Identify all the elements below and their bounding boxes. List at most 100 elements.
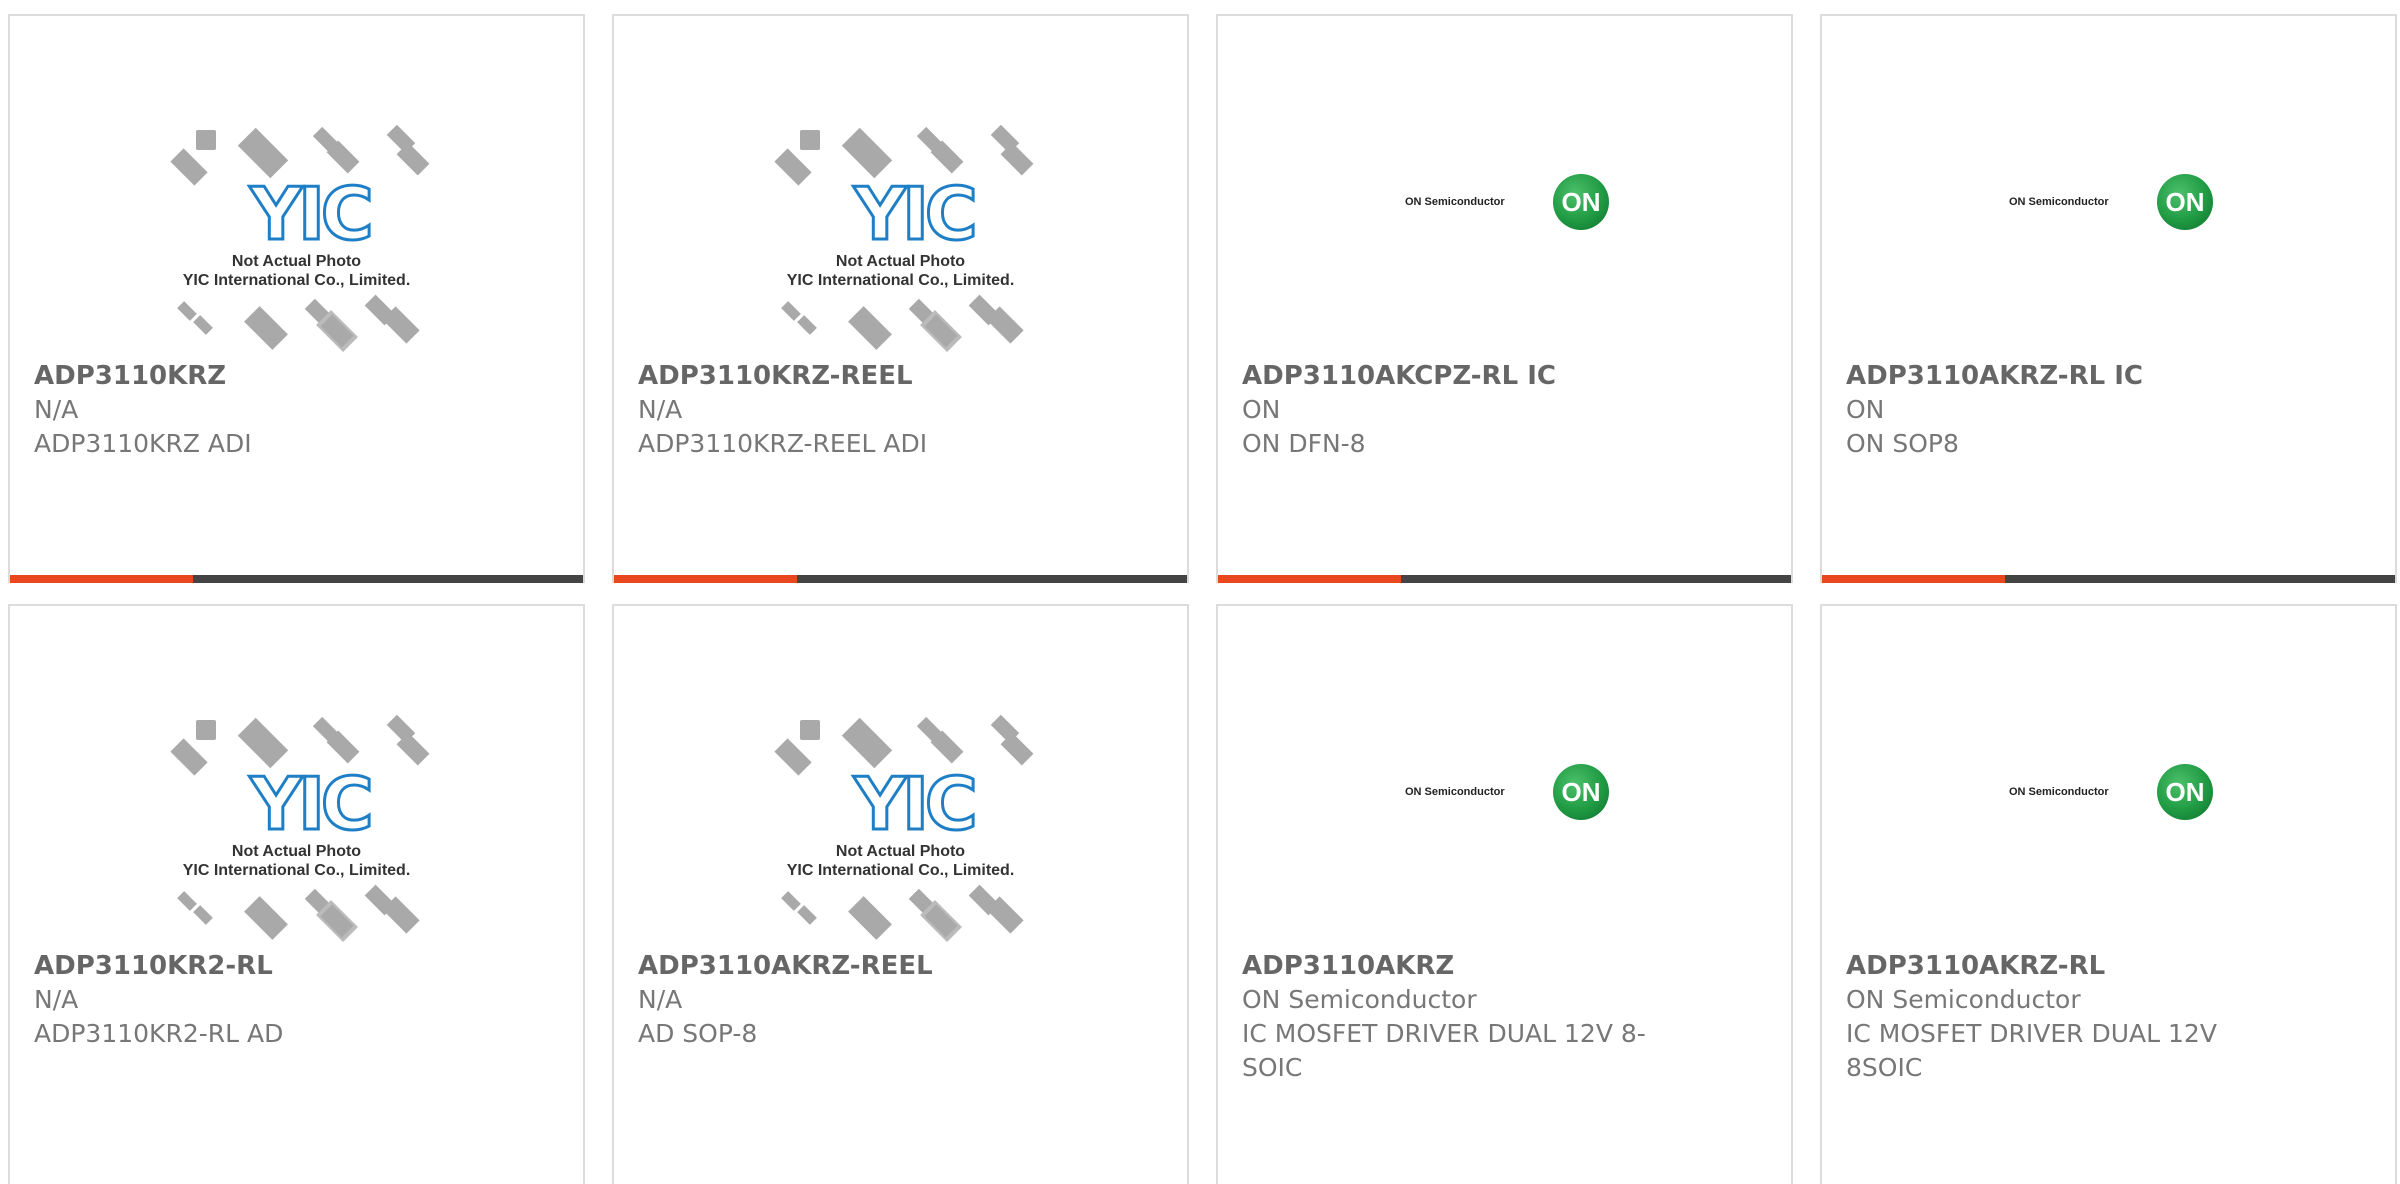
manufacturer: ON [1846,395,1885,424]
chip-icon [848,306,892,350]
part-number-link[interactable]: ADP3110KRZ [34,359,559,393]
onsemi-logo-icon: ON [1553,764,1609,820]
not-actual-photo-label: Not Actual Photo [835,253,966,270]
chip-icon [237,127,289,179]
yic-company-label: YIC International Co., Limited. [786,862,1015,879]
yic-company-label: YIC International Co., Limited. [182,862,411,879]
not-actual-photo-image[interactable]: YIC Not Actual Photo YIC International C… [10,676,583,956]
product-card[interactable]: YIC Not Actual Photo YIC International C… [8,14,585,583]
accent-bar [1218,575,1401,583]
onsemi-logo-image[interactable]: ON Semiconductor ON [1218,86,1791,366]
product-card[interactable]: ON Semiconductor ON ADP3110AKRZ-RL ON Se… [1820,604,2397,1184]
chip-icon [1000,142,1034,176]
manufacturer: ON [1242,395,1281,424]
chip-icon [170,738,208,776]
onsemi-logo-icon: ON [1553,174,1609,230]
onsemi-wordmark: ON Semiconductor [1405,786,1505,798]
not-actual-photo-image[interactable]: YIC Not Actual Photo YIC International C… [614,86,1187,366]
chip-icon [800,130,820,150]
onsemi-logo-image[interactable]: ON Semiconductor ON [1822,86,2395,366]
description: IC MOSFET DRIVER DUAL 12V [1846,1019,2217,1048]
onsemi-logo-image[interactable]: ON Semiconductor ON [1218,676,1791,956]
chip-icon [841,127,893,179]
description: ADP3110KR2-RL AD [34,1019,284,1048]
chip-icon [774,738,812,776]
manufacturer: N/A [34,985,79,1014]
product-card[interactable]: ON Semiconductor ON ADP3110AKRZ-RL IC ON… [1820,14,2397,583]
onsemi-logo-icon: ON [2157,174,2213,230]
yic-logo: YIC [853,761,980,848]
chip-icon [848,896,892,940]
chip-icon [797,905,817,925]
product-card[interactable]: YIC Not Actual Photo YIC International C… [612,604,1189,1184]
product-card[interactable]: ON Semiconductor ON ADP3110AKRZ ON Semic… [1216,604,1793,1184]
card-footer-bar [1218,575,1791,583]
chip-icon [800,720,820,740]
yic-company-label: YIC International Co., Limited. [786,272,1015,289]
product-card[interactable]: YIC Not Actual Photo YIC International C… [8,604,585,1184]
product-info: ADP3110AKCPZ-RL IC ON ON DFN-8 [1242,359,1767,461]
product-info: ADP3110AKRZ-RL IC ON ON SOP8 [1846,359,2371,461]
not-actual-photo-image[interactable]: YIC Not Actual Photo YIC International C… [10,86,583,366]
chip-icon [1000,732,1034,766]
chip-icon [930,140,964,174]
card-footer-bar [10,575,583,583]
description: ON SOP8 [1846,429,1959,458]
not-actual-photo-label: Not Actual Photo [231,253,362,270]
chip-icon [196,130,216,150]
not-actual-photo-label: Not Actual Photo [835,843,966,860]
card-footer-bar [1822,575,2395,583]
chip-icon [244,896,288,940]
product-info: ADP3110KRZ-REEL N/A ADP3110KRZ-REEL ADI [638,359,1163,461]
product-info: ADP3110AKRZ ON Semiconductor IC MOSFET D… [1242,949,1767,1085]
manufacturer: N/A [638,985,683,1014]
manufacturer: N/A [34,395,79,424]
chip-icon [244,306,288,350]
chip-icon [326,730,360,764]
onsemi-wordmark: ON Semiconductor [2009,786,2109,798]
part-number-link[interactable]: ADP3110AKRZ-RL IC [1846,359,2371,393]
description: AD SOP-8 [638,1019,758,1048]
accent-bar [614,575,797,583]
product-info: ADP3110KRZ N/A ADP3110KRZ ADI [34,359,559,461]
product-card[interactable]: YIC Not Actual Photo YIC International C… [612,14,1189,583]
yic-logo: YIC [249,171,376,258]
description: ADP3110KRZ ADI [34,429,252,458]
manufacturer: ON Semiconductor [1846,985,2081,1014]
onsemi-logo-icon: ON [2157,764,2213,820]
accent-bar [1822,575,2005,583]
chip-icon [930,730,964,764]
description: IC MOSFET DRIVER DUAL 12V 8- [1242,1019,1646,1048]
part-number-link[interactable]: ADP3110AKRZ [1242,949,1767,983]
product-grid: YIC Not Actual Photo YIC International C… [0,0,2400,1184]
chip-icon [781,301,801,321]
not-actual-photo-image[interactable]: YIC Not Actual Photo YIC International C… [614,676,1187,956]
product-info: ADP3110AKRZ-RL ON Semiconductor IC MOSFE… [1846,949,2371,1085]
chip-icon [196,720,216,740]
chip-icon [326,140,360,174]
card-footer-bar [614,575,1187,583]
onsemi-logo-image[interactable]: ON Semiconductor ON [1822,676,2395,956]
chip-icon [177,301,197,321]
chip-icon [170,148,208,186]
chip-icon [396,142,430,176]
chip-icon [396,732,430,766]
product-info: ADP3110AKRZ-REEL N/A AD SOP-8 [638,949,1163,1051]
yic-logo: YIC [249,761,376,848]
manufacturer: N/A [638,395,683,424]
product-card[interactable]: ON Semiconductor ON ADP3110AKCPZ-RL IC O… [1216,14,1793,583]
part-number-link[interactable]: ADP3110AKRZ-RL [1846,949,2371,983]
chip-icon [841,717,893,769]
description: ON DFN-8 [1242,429,1366,458]
product-info: ADP3110KR2-RL N/A ADP3110KR2-RL AD [34,949,559,1051]
yic-logo: YIC [853,171,980,258]
description-continued: 8SOIC [1846,1053,1923,1082]
part-number-link[interactable]: ADP3110KR2-RL [34,949,559,983]
manufacturer: ON Semiconductor [1242,985,1477,1014]
part-number-link[interactable]: ADP3110KRZ-REEL [638,359,1163,393]
chip-icon [774,148,812,186]
part-number-link[interactable]: ADP3110AKCPZ-RL IC [1242,359,1767,393]
chip-icon [797,315,817,335]
accent-bar [10,575,193,583]
part-number-link[interactable]: ADP3110AKRZ-REEL [638,949,1163,983]
